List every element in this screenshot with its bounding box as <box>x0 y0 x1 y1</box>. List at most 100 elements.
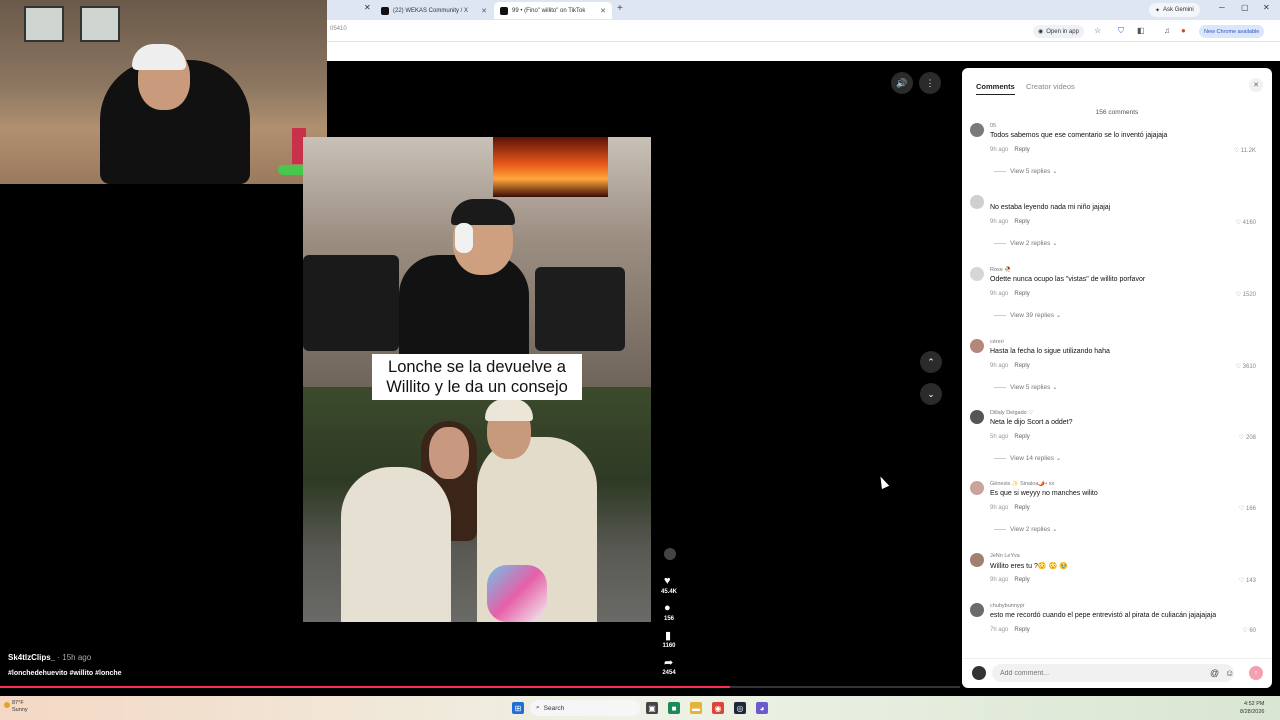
mention-icon[interactable]: @ <box>1210 668 1219 678</box>
ask-gemini-button[interactable]: ✦ Ask Gemini <box>1149 3 1200 17</box>
close-icon[interactable]: ✕ <box>1249 78 1263 92</box>
comment-like[interactable]: ♡ 208 <box>1239 434 1256 441</box>
heart-icon: ♡ <box>1238 578 1245 584</box>
commenter-avatar[interactable] <box>970 339 984 353</box>
task-view-icon[interactable]: ▣ <box>646 702 658 714</box>
video-author[interactable]: Sk4tlzClips_ · 15h ago <box>8 653 91 662</box>
comment-like[interactable]: ♡ 3610 <box>1236 363 1256 370</box>
send-icon[interactable]: ↑ <box>1249 666 1263 680</box>
emoji-icon[interactable]: ☺ <box>1225 668 1234 678</box>
commenter-avatar[interactable] <box>970 195 984 209</box>
video-progress-bar[interactable] <box>0 686 960 688</box>
reply-button[interactable]: Reply <box>1014 577 1029 583</box>
weather-temp: 87°F <box>12 700 24 706</box>
app-icon[interactable]: ■ <box>668 702 680 714</box>
commenter-avatar[interactable] <box>970 267 984 281</box>
chevron-down-icon: ⌄ <box>1052 526 1058 533</box>
profile-avatar[interactable]: ● <box>1181 26 1186 35</box>
sparkle-icon: ✦ <box>1155 7 1161 14</box>
commenter-name[interactable]: Dillaly Delgado ♡ <box>990 410 1033 416</box>
volume-icon[interactable]: 🔊 <box>891 72 913 94</box>
reply-button[interactable]: Reply <box>1014 147 1029 153</box>
comment-like-count: 143 <box>1245 578 1256 584</box>
comment-like[interactable]: ♡ 4160 <box>1236 219 1256 226</box>
reply-button[interactable]: Reply <box>1014 434 1029 440</box>
commenter-avatar[interactable] <box>970 123 984 137</box>
tab-tiktok[interactable]: 99 • (Fino" willito" on TikTok ✕ <box>494 2 612 19</box>
extensions-icon[interactable]: ◧ <box>1137 26 1145 35</box>
woman-coat <box>341 467 451 622</box>
comment-like-count: 60 <box>1249 628 1256 634</box>
close-tab-icon[interactable]: ✕ <box>594 7 606 15</box>
commenter-avatar[interactable] <box>970 553 984 567</box>
bookmark-star-icon[interactable]: ☆ <box>1094 26 1101 35</box>
previous-video-button[interactable]: ⌃ <box>920 351 942 373</box>
view-replies-button[interactable]: View 2 replies ⌄ <box>994 525 1058 533</box>
system-clock[interactable]: 4:52 PM 8/28/2026 <box>1240 700 1264 716</box>
view-replies-button[interactable]: View 39 replies ⌄ <box>994 311 1061 319</box>
tab-comments[interactable]: Comments <box>976 82 1015 95</box>
comment-age: 5h ago <box>990 434 1009 440</box>
chrome-icon[interactable]: ◉ <box>712 702 724 714</box>
close-tab-icon[interactable]: ✕ <box>475 7 487 15</box>
comment-like[interactable]: ♡ 60 <box>1242 627 1256 634</box>
file-explorer-icon[interactable]: ▬ <box>690 702 702 714</box>
bookmark-icon[interactable]: ▮ <box>665 629 671 642</box>
reply-button[interactable]: Reply <box>1014 291 1029 297</box>
comment-item: Dillaly Delgado ♡ Neta le dijo Scort a od… <box>970 410 1264 480</box>
weather-widget[interactable]: 87°F Sunny <box>12 700 28 714</box>
video-hashtags[interactable]: #lonchedehuevito #willito #lonche <box>8 670 122 677</box>
commenter-name[interactable]: JeNn LeYva <box>990 553 1020 559</box>
comment-item: 05 Todos sabemos que ese comentario se lo… <box>970 123 1264 193</box>
view-replies-button[interactable]: View 14 replies ⌄ <box>994 454 1061 462</box>
taskbar-search[interactable]: ⌕ Search <box>530 700 640 716</box>
commenter-name[interactable]: Rose 🥀 <box>990 267 1011 273</box>
tiktok-logo-icon <box>500 6 508 15</box>
tab-creator-videos[interactable]: Creator videos <box>1026 82 1075 91</box>
reply-button[interactable]: Reply <box>1014 219 1029 225</box>
view-replies-button[interactable]: View 2 replies ⌄ <box>994 239 1058 247</box>
maximize-icon[interactable]: ▢ <box>1241 3 1249 12</box>
share-icon[interactable]: ➦ <box>664 656 673 669</box>
commenter-avatar[interactable] <box>970 603 984 617</box>
next-video-button[interactable]: ⌄ <box>920 383 942 405</box>
close-window-icon[interactable]: ✕ <box>1263 3 1270 12</box>
steam-icon[interactable]: ◎ <box>734 702 746 714</box>
comment-like[interactable]: ♡ 1520 <box>1236 291 1256 298</box>
comment-like[interactable]: ♡ 143 <box>1239 577 1256 584</box>
commenter-name[interactable]: chubybunnypr <box>990 603 1025 609</box>
video-caption: Lonche se la devuelve a Willito y le da … <box>372 354 582 400</box>
media-icon[interactable]: ♫ <box>1164 26 1170 35</box>
comment-like[interactable]: ♡ 166 <box>1239 505 1256 512</box>
view-replies-button[interactable]: View 5 replies ⌄ <box>994 167 1058 175</box>
creator-avatar[interactable] <box>664 548 676 560</box>
commenter-avatar[interactable] <box>970 481 984 495</box>
reply-button[interactable]: Reply <box>1014 505 1029 511</box>
tab-x-community[interactable]: (22) WEKAS Community / X ✕ <box>375 2 493 19</box>
guy-cap <box>485 399 533 421</box>
shield-extension-icon[interactable]: ⛉ <box>1118 26 1124 36</box>
view-replies-button[interactable]: View 5 replies ⌄ <box>994 383 1058 391</box>
chevron-down-icon: ⌄ <box>1055 455 1062 462</box>
new-tab-button[interactable]: + <box>617 3 623 14</box>
close-tab-icon[interactable]: ✕ <box>364 3 371 12</box>
more-options-icon[interactable]: ⋮ <box>919 72 941 94</box>
windows-start-icon[interactable]: ⊞ <box>512 702 524 714</box>
comment-like-count: 1520 <box>1242 292 1256 298</box>
commenter-name[interactable]: 05 <box>990 123 996 129</box>
author-name[interactable]: Sk4tlzClips_ <box>8 653 55 662</box>
commenter-name[interactable]: céreri <box>990 339 1004 345</box>
discord-icon[interactable]: ◕ <box>756 702 768 714</box>
minimize-icon[interactable]: ─ <box>1219 3 1225 12</box>
comment-icon[interactable]: ● <box>664 602 671 614</box>
reply-button[interactable]: Reply <box>1014 627 1029 633</box>
like-heart-icon[interactable]: ♥ <box>664 575 671 587</box>
add-comment-input[interactable] <box>992 664 1234 682</box>
comment-like[interactable]: ♡ 11.2K <box>1234 147 1256 154</box>
new-chrome-available-button[interactable]: New Chrome available <box>1199 25 1265 38</box>
open-in-app-button[interactable]: ◉ Open in app <box>1033 25 1084 38</box>
heart-icon: ♡ <box>1235 220 1241 226</box>
reply-button[interactable]: Reply <box>1014 363 1029 369</box>
commenter-avatar[interactable] <box>970 410 984 424</box>
commenter-name[interactable]: Génesis ✨ Sinaloa🌶️• xx <box>990 481 1054 487</box>
